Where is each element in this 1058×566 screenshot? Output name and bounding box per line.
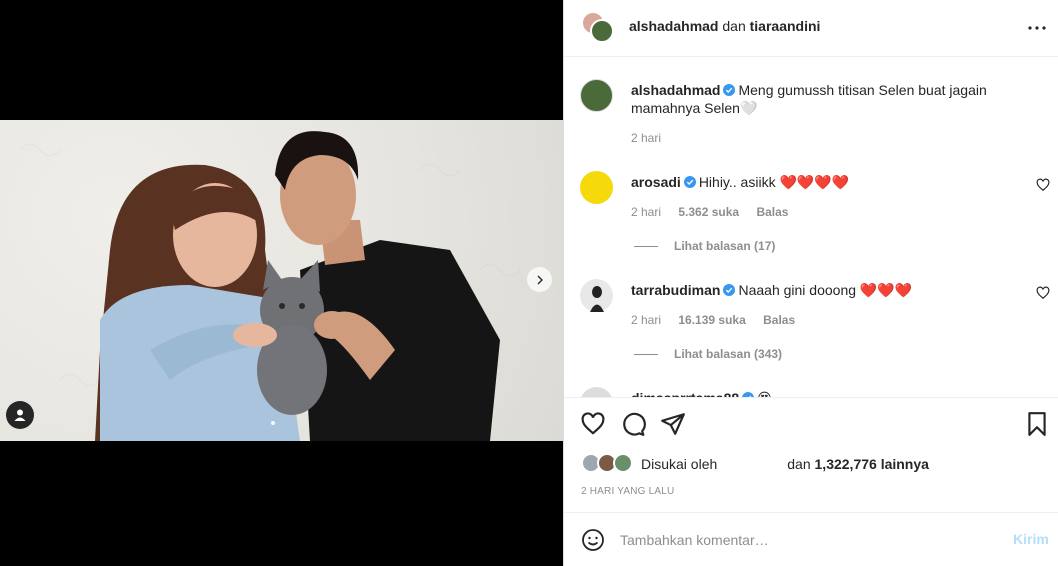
comment-likes[interactable]: 5.362 suka <box>678 205 739 219</box>
liked-by-avatars[interactable] <box>581 453 635 475</box>
like-heart-icon[interactable] <box>580 411 606 437</box>
username-link[interactable]: alshadahmad <box>629 18 718 34</box>
caption-item: alshadahmad Meng gumussh titisan Selen bu… <box>580 79 1050 149</box>
caption-body: alshadahmad Meng gumussh titisan Selen bu… <box>631 81 1011 117</box>
verified-badge-icon <box>723 84 736 96</box>
collab-avatars[interactable] <box>581 11 615 45</box>
verified-badge-icon <box>683 176 696 188</box>
comment-text: Hihiy.. asiikk ❤️❤️❤️❤️ <box>698 174 850 190</box>
username-link[interactable]: dimasprrtama88 <box>631 390 739 397</box>
likes-summary: Disukai oleh dan 1,322,776 lainnya <box>581 453 929 475</box>
avatar[interactable] <box>580 171 613 204</box>
comment-item: dimasprrtama88 😍 <box>580 387 1050 397</box>
username-link[interactable]: alshadahmad <box>631 82 720 98</box>
divider <box>634 245 658 247</box>
comment-time[interactable]: 2 hari <box>631 313 661 327</box>
verified-badge-icon <box>723 284 736 296</box>
comment-meta: 2 hari 5.362 suka Balas <box>631 205 802 219</box>
share-icon[interactable] <box>660 411 686 437</box>
username-link[interactable]: tiaraandini <box>750 18 821 34</box>
comment-text: 😍 <box>757 390 772 397</box>
username-link[interactable]: tarrabudiman <box>631 282 720 298</box>
send-button[interactable]: Kirim <box>1013 531 1049 547</box>
comment-body: arosadi Hihiy.. asiikk ❤️❤️❤️❤️ <box>631 173 1011 191</box>
collab-names: alshadahmad dan tiaraandini <box>629 18 820 34</box>
avatar[interactable] <box>580 279 613 312</box>
carousel-indicator <box>271 421 275 425</box>
comment-body: dimasprrtama88 😍 <box>631 389 1011 397</box>
comment-likes[interactable]: 16.139 suka <box>678 313 745 327</box>
view-replies-label: Lihat balasan (17) <box>674 239 776 253</box>
comment-text: Naaah gini dooong ❤️❤️❤️ <box>738 282 913 298</box>
next-photo-button[interactable] <box>527 267 552 292</box>
photo-illustration <box>19 131 521 441</box>
avatar-image <box>590 286 604 312</box>
reply-button[interactable]: Balas <box>763 313 795 327</box>
post-viewer: alshadahmad dan tiaraandini alshadahmad M… <box>0 0 1058 566</box>
view-replies-button[interactable]: Lihat balasan (343) <box>634 347 782 361</box>
media-pane <box>0 0 563 566</box>
avatar[interactable] <box>590 19 614 43</box>
liked-by-label: Disukai oleh <box>641 456 718 472</box>
comment-icon[interactable] <box>620 411 646 437</box>
divider <box>634 353 658 355</box>
comment-time[interactable]: 2 hari <box>631 205 661 219</box>
view-replies-button[interactable]: Lihat balasan (17) <box>634 239 775 253</box>
chevron-right-icon <box>537 275 543 284</box>
more-icon <box>1028 26 1046 30</box>
post-photo[interactable] <box>0 120 563 441</box>
like-comment-icon[interactable] <box>1036 286 1050 300</box>
reply-button[interactable]: Balas <box>756 205 788 219</box>
caption-meta: 2 hari <box>631 131 675 145</box>
post-timestamp[interactable]: 2 HARI YANG LALU <box>581 486 674 497</box>
avatar[interactable] <box>580 79 613 112</box>
post-actions: Disukai oleh dan 1,322,776 lainnya 2 HAR… <box>564 397 1058 512</box>
more-options-button[interactable] <box>1025 16 1049 40</box>
avatar <box>613 453 633 473</box>
avatar[interactable] <box>580 387 613 397</box>
add-comment-bar: Kirim <box>564 512 1058 566</box>
tagged-users-button[interactable] <box>6 401 34 429</box>
comment-input[interactable] <box>620 530 1000 550</box>
like-comment-icon[interactable] <box>1036 178 1050 192</box>
post-header: alshadahmad dan tiaraandini <box>564 0 1058 57</box>
likes-count-link[interactable]: 1,322,776 lainnya <box>815 456 929 472</box>
comment-meta: 2 hari 16.139 suka Balas <box>631 313 809 327</box>
comment-body: tarrabudiman Naaah gini dooong ❤️❤️❤️ <box>631 281 1011 299</box>
emoji-icon[interactable] <box>581 528 605 552</box>
bookmark-icon[interactable] <box>1024 411 1050 437</box>
user-icon <box>14 409 26 421</box>
liked-by-conjunction: dan <box>787 456 811 472</box>
view-replies-label: Lihat balasan (343) <box>674 347 783 361</box>
comment-time[interactable]: 2 hari <box>631 131 661 145</box>
conjunction-text: dan <box>722 18 746 34</box>
username-link[interactable]: arosadi <box>631 174 681 190</box>
post-details: alshadahmad dan tiaraandini alshadahmad M… <box>563 0 1058 566</box>
comments-list[interactable]: alshadahmad Meng gumussh titisan Selen bu… <box>564 57 1058 397</box>
